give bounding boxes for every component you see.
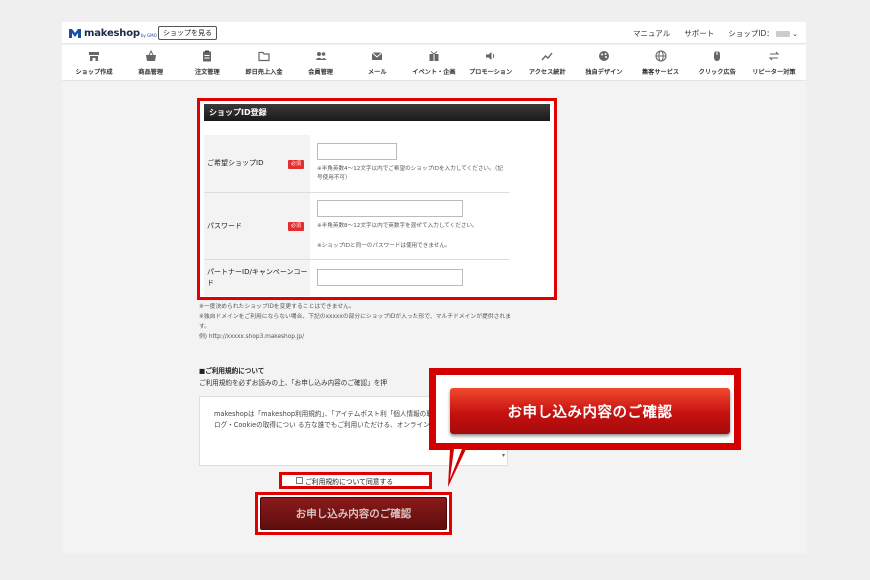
nav-item-promotion[interactable]: プロモーション — [463, 45, 519, 81]
shop-id-menu[interactable]: ショップID： ⌄ — [728, 28, 798, 39]
nav-item-members[interactable]: 会員管理 — [293, 45, 349, 81]
basket-icon — [145, 50, 157, 62]
required-badge: 必須 — [288, 222, 304, 231]
shop-id-note: ※半角英数4～12文字以内でご希望のショップIDを入力してください。（記号使用不… — [317, 166, 503, 181]
shop-id-input[interactable] — [317, 143, 397, 160]
nav-item-marketing[interactable]: 集客サービス — [633, 45, 689, 81]
partner-input[interactable] — [317, 269, 463, 286]
top-bar: makeshop by GMO ショップを見る マニュアル サポート ショップI… — [62, 22, 806, 44]
nav-label: ショップ作成 — [75, 69, 113, 76]
nav-label: 注文管理 — [194, 69, 220, 76]
logo-mark-icon — [69, 28, 81, 38]
speaker-icon — [485, 50, 497, 62]
nav-item-sales[interactable]: 即日売上入金 — [236, 45, 292, 81]
confirm-application-button-zoomed[interactable]: お申し込み内容のご確認 — [450, 388, 730, 434]
confirm-application-button[interactable]: お申し込み内容のご確認 — [260, 497, 447, 530]
nav-label: 集客サービス — [642, 69, 680, 76]
support-link[interactable]: サポート — [684, 28, 714, 39]
chevron-down-icon: ⌄ — [792, 29, 798, 38]
agree-checkbox-row[interactable]: ご利用規約について同意する — [279, 472, 432, 489]
callout-inner: お申し込み内容のご確認 — [436, 375, 734, 443]
nav-label: 即日売上入金 — [245, 69, 283, 76]
nav-label: プロモーション — [468, 69, 513, 76]
nav-label: 独自デザイン — [585, 69, 623, 76]
top-links: マニュアル サポート ショップID： ⌄ — [633, 22, 798, 44]
agree-label: ご利用規約について同意する — [305, 477, 394, 486]
password-row: パスワード 必須 ※半角英数8～12文字以内で英数字を混ぜて入力してください。 … — [204, 193, 509, 260]
logo-sub: by GMO — [140, 32, 157, 38]
nav-label: クリック広告 — [698, 69, 736, 76]
palette-icon — [598, 50, 610, 62]
nav-label: リピーター対策 — [752, 69, 796, 76]
partner-label: パートナーID/キャンペーンコード — [204, 260, 310, 296]
password-input[interactable] — [317, 200, 463, 217]
nav-item-shop[interactable]: ショップ作成 — [66, 45, 122, 81]
manual-link[interactable]: マニュアル — [633, 28, 670, 39]
nav-item-products[interactable]: 商品管理 — [123, 45, 179, 81]
callout-pointer-icon — [448, 449, 466, 487]
partner-row: パートナーID/キャンペーンコード — [204, 260, 509, 296]
shop-id-label: ショップID： — [728, 28, 774, 38]
makeshop-logo[interactable]: makeshop by GMO — [69, 26, 157, 40]
password-note: ※半角英数8～12文字以内で英数字を混ぜて入力してください。 — [317, 223, 478, 229]
globe-icon — [655, 50, 667, 62]
clipboard-icon — [201, 50, 213, 62]
shop-icon — [88, 50, 100, 62]
nav-item-events[interactable]: イベント・企画 — [406, 45, 462, 81]
form-title: ショップID登録 — [204, 104, 550, 121]
mouse-icon — [711, 50, 723, 62]
scroll-down-icon[interactable]: ▾ — [502, 450, 505, 461]
nav-label: 商品管理 — [138, 69, 164, 76]
zoom-callout: お申し込み内容のご確認 — [429, 368, 741, 450]
agree-checkbox[interactable] — [296, 477, 303, 484]
nav-item-repeater[interactable]: リピーター対策 — [746, 45, 802, 81]
users-icon — [315, 50, 327, 62]
repeat-icon — [768, 50, 780, 62]
folder-icon — [258, 50, 270, 62]
shop-id-value-redacted — [775, 30, 790, 37]
gift-icon — [428, 50, 440, 62]
note-line: ※一度決められたショップIDを変更することはできません。 — [199, 304, 355, 310]
nav-item-orders[interactable]: 注文管理 — [179, 45, 235, 81]
nav-item-design[interactable]: 独自デザイン — [576, 45, 632, 81]
nav-item-click-ads[interactable]: クリック広告 — [689, 45, 745, 81]
view-shop-button[interactable]: ショップを見る — [158, 26, 217, 40]
registration-notes: ※一度決められたショップIDを変更することはできません。 ※独自ドメインをご利用… — [199, 302, 519, 342]
password-note-2: ※ショップIDと同一のパスワードは使用できません。 — [317, 243, 451, 249]
main-nav: ショップ作成 商品管理 注文管理 即日売上入金 会員管理 メール イベント・企画 — [62, 45, 806, 81]
nav-item-analytics[interactable]: アクセス統計 — [519, 45, 575, 81]
terms-title: ■ご利用規約について — [199, 367, 265, 375]
submit-highlight: お申し込み内容のご確認 — [255, 492, 452, 535]
note-line: ※独自ドメインをご利用にならない場合、下記のxxxxxの部分にショップIDが入っ… — [199, 314, 511, 330]
terms-description: ご利用規約を必ずお読みの上、「お申し込み内容のご確認」を押 — [199, 379, 387, 387]
logo-text: makeshop — [84, 27, 140, 39]
mail-icon — [371, 50, 383, 62]
nav-label: 会員管理 — [308, 69, 333, 76]
nav-label: イベント・企画 — [412, 69, 456, 76]
required-badge: 必須 — [288, 160, 304, 169]
nav-item-mail[interactable]: メール — [349, 45, 405, 81]
note-line: 例) http://xxxxx.shop3.makeshop.jp/ — [199, 334, 305, 340]
shop-id-registration-form: ショップID登録 ご希望ショップID 必須 ※半角英数4～12文字以内でご希望の… — [197, 98, 557, 300]
nav-label: メール — [368, 69, 387, 76]
chart-icon — [541, 50, 553, 62]
shop-id-row: ご希望ショップID 必須 ※半角英数4～12文字以内でご希望のショップIDを入力… — [204, 135, 509, 193]
nav-label: アクセス統計 — [528, 69, 566, 76]
